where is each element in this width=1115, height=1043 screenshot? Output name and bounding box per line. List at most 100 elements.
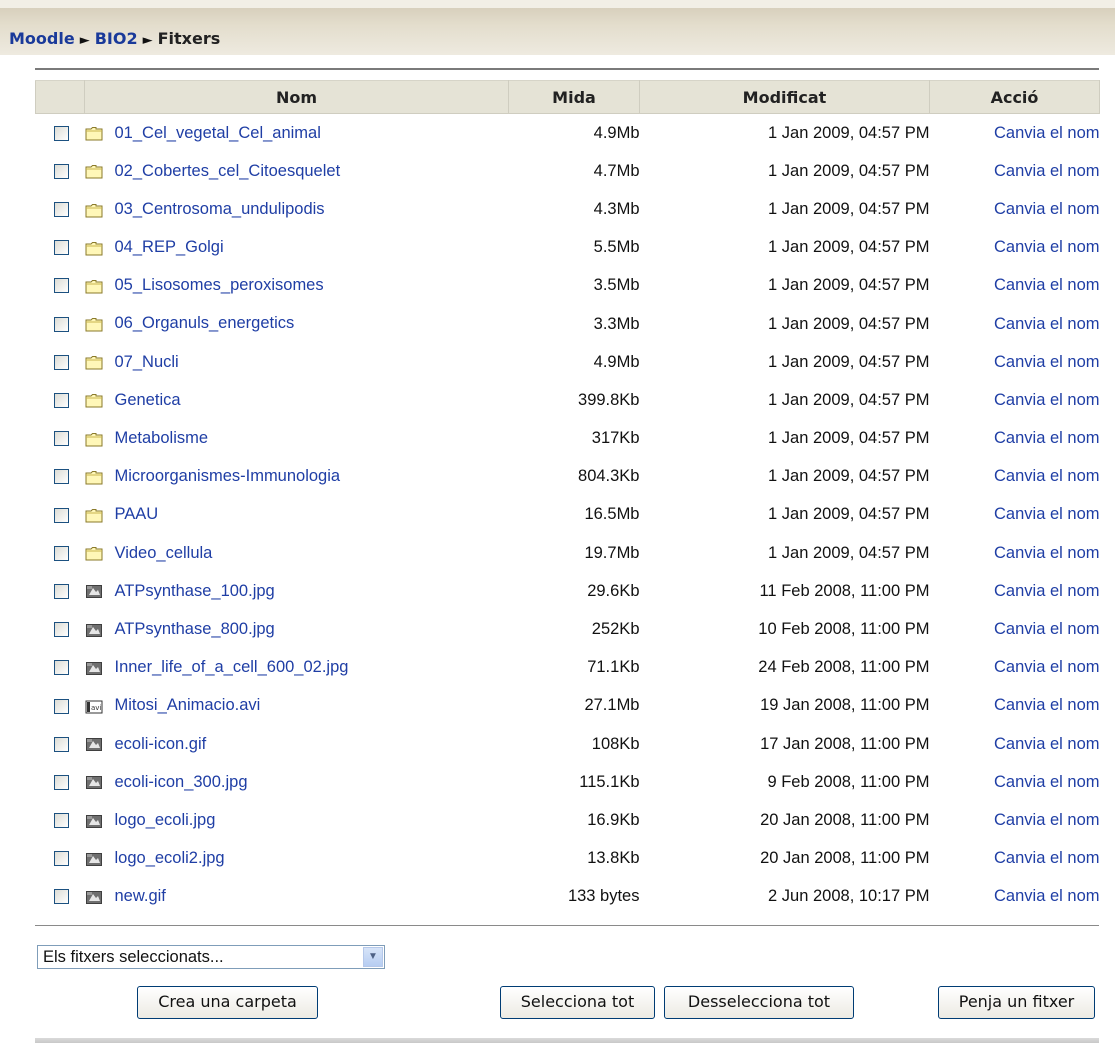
action-cell: Canvia el nom <box>930 420 1099 458</box>
action-cell: Canvia el nom <box>930 610 1099 648</box>
file-link[interactable]: 03_Centrosoma_undulipodis <box>115 200 325 218</box>
file-link[interactable]: 07_Nucli <box>115 353 179 371</box>
file-link[interactable]: ecoli-icon.gif <box>115 735 207 753</box>
chevron-down-icon[interactable]: ▼ <box>363 947 383 967</box>
file-link[interactable]: Inner_life_of_a_cell_600_02.jpg <box>115 658 349 676</box>
selected-files-action-select[interactable]: Els fitxers seleccionats... ▼ <box>37 945 385 969</box>
modified-cell: 20 Jan 2008, 11:00 PM <box>760 849 930 868</box>
row-checkbox[interactable] <box>53 698 69 714</box>
breadcrumb-link-moodle[interactable]: Moodle <box>9 29 75 48</box>
file-link[interactable]: Mitosi_Animacio.avi <box>115 696 261 714</box>
folder-icon <box>85 469 103 485</box>
modified-cell: 17 Jan 2008, 11:00 PM <box>760 734 930 753</box>
column-header-modified[interactable]: Modificat <box>639 80 930 114</box>
rename-link[interactable]: Canvia el nom <box>994 505 1099 523</box>
row-select-cell <box>36 763 85 801</box>
row-checkbox[interactable] <box>53 354 69 370</box>
rename-link[interactable]: Canvia el nom <box>994 238 1099 256</box>
file-link[interactable]: Microorganismes-Immunologia <box>115 467 341 485</box>
file-link[interactable]: 05_Lisosomes_peroxisomes <box>115 276 324 294</box>
rename-link[interactable]: Canvia el nom <box>994 467 1099 485</box>
action-cell: Canvia el nom <box>930 649 1099 687</box>
size-cell: 4.9Mb <box>593 123 640 142</box>
folder-icon <box>85 431 103 447</box>
image-file-icon <box>85 622 103 638</box>
row-checkbox[interactable] <box>53 736 69 752</box>
breadcrumb-link-course[interactable]: BIO2 <box>95 29 138 48</box>
action-cell: Canvia el nom <box>930 343 1099 381</box>
row-checkbox[interactable] <box>53 813 69 829</box>
image-file-icon <box>85 736 103 752</box>
rename-link[interactable]: Canvia el nom <box>994 696 1099 714</box>
row-checkbox[interactable] <box>53 163 69 179</box>
rename-link[interactable]: Canvia el nom <box>994 544 1099 562</box>
file-link[interactable]: Metabolisme <box>115 429 209 447</box>
file-link[interactable]: ATPsynthase_100.jpg <box>115 582 275 600</box>
size-cell: 13.8Kb <box>587 849 640 868</box>
row-checkbox[interactable] <box>53 278 69 294</box>
action-cell: Canvia el nom <box>930 381 1099 419</box>
rename-link[interactable]: Canvia el nom <box>994 658 1099 676</box>
rename-link[interactable]: Canvia el nom <box>994 429 1099 447</box>
rename-link[interactable]: Canvia el nom <box>994 162 1099 180</box>
rename-link[interactable]: Canvia el nom <box>994 582 1099 600</box>
table-row: ATPsynthase_100.jpg 29.6Kb 11 Feb 2008, 11… <box>36 572 1100 610</box>
row-checkbox[interactable] <box>53 774 69 790</box>
rename-link[interactable]: Canvia el nom <box>994 124 1099 142</box>
file-link[interactable]: 04_REP_Golgi <box>115 238 224 256</box>
row-checkbox[interactable] <box>53 889 69 905</box>
name-cell: logo_ecoli2.jpg <box>85 840 509 878</box>
deselect-all-button[interactable]: Desselecciona tot <box>664 986 854 1019</box>
video-file-icon: avi <box>85 698 103 714</box>
row-checkbox[interactable] <box>53 393 69 409</box>
rename-link[interactable]: Canvia el nom <box>994 620 1099 638</box>
select-all-button[interactable]: Selecciona tot <box>500 986 655 1019</box>
rename-link[interactable]: Canvia el nom <box>994 735 1099 753</box>
row-checkbox[interactable] <box>53 507 69 523</box>
row-checkbox[interactable] <box>53 431 69 447</box>
rename-link[interactable]: Canvia el nom <box>994 200 1099 218</box>
row-checkbox[interactable] <box>53 125 69 141</box>
file-link[interactable]: Video_cellula <box>115 544 213 562</box>
file-link[interactable]: logo_ecoli.jpg <box>115 811 216 829</box>
select-value: Els fitxers seleccionats... <box>43 948 224 966</box>
size-cell: 19.7Mb <box>584 543 640 562</box>
rename-link[interactable]: Canvia el nom <box>994 315 1099 333</box>
row-checkbox[interactable] <box>53 545 69 561</box>
rename-link[interactable]: Canvia el nom <box>994 849 1099 867</box>
rename-link[interactable]: Canvia el nom <box>994 811 1099 829</box>
size-cell: 4.9Mb <box>593 352 640 371</box>
column-header-size[interactable]: Mida <box>508 80 640 114</box>
file-link[interactable]: PAAU <box>115 506 159 524</box>
row-checkbox[interactable] <box>53 469 69 485</box>
file-link[interactable]: logo_ecoli2.jpg <box>115 849 225 867</box>
row-checkbox[interactable] <box>53 583 69 599</box>
upload-file-button[interactable]: Penja un fitxer <box>938 986 1095 1019</box>
row-checkbox[interactable] <box>53 316 69 332</box>
name-cell: ecoli-icon.gif <box>85 725 509 763</box>
row-checkbox[interactable] <box>53 660 69 676</box>
row-checkbox[interactable] <box>53 622 69 638</box>
rename-link[interactable]: Canvia el nom <box>994 887 1099 905</box>
rename-link[interactable]: Canvia el nom <box>994 391 1099 409</box>
rename-link[interactable]: Canvia el nom <box>994 773 1099 791</box>
row-checkbox[interactable] <box>53 240 69 256</box>
row-select-cell <box>36 649 85 687</box>
file-link[interactable]: 02_Cobertes_cel_Citoesquelet <box>115 162 341 180</box>
modified-cell: 1 Jan 2009, 04:57 PM <box>768 314 930 333</box>
file-link[interactable]: new.gif <box>115 887 166 905</box>
file-link[interactable]: 06_Organuls_energetics <box>115 315 295 333</box>
file-link[interactable]: 01_Cel_vegetal_Cel_animal <box>115 124 321 142</box>
row-checkbox[interactable] <box>53 202 69 218</box>
row-checkbox[interactable] <box>53 851 69 867</box>
divider <box>35 925 1099 926</box>
rename-link[interactable]: Canvia el nom <box>994 353 1099 371</box>
file-link[interactable]: ecoli-icon_300.jpg <box>115 773 248 791</box>
name-cell: new.gif <box>85 878 509 916</box>
file-link[interactable]: ATPsynthase_800.jpg <box>115 620 275 638</box>
file-link[interactable]: Genetica <box>115 391 181 409</box>
create-folder-button[interactable]: Crea una carpeta <box>137 986 318 1019</box>
name-cell: 05_Lisosomes_peroxisomes <box>85 267 509 305</box>
rename-link[interactable]: Canvia el nom <box>994 276 1099 294</box>
column-header-name[interactable]: Nom <box>84 80 509 114</box>
